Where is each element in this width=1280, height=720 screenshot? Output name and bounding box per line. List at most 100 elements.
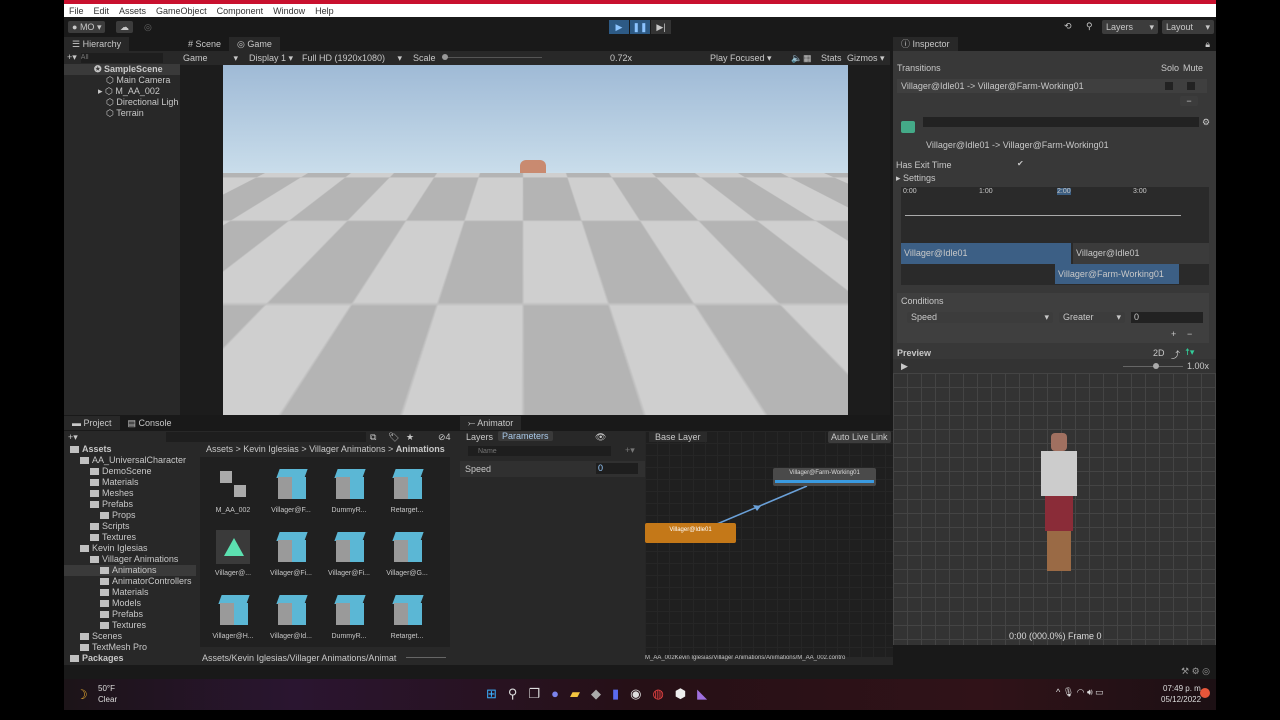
stats-button[interactable]: Stats xyxy=(821,53,842,63)
notification-icon[interactable] xyxy=(1200,688,1210,698)
state-node-farm-working[interactable]: Villager@Farm-Working01 xyxy=(773,468,876,486)
condition-param-dropdown[interactable]: Speed ▾ xyxy=(907,312,1053,323)
asset-item[interactable]: DummyR... xyxy=(324,467,374,514)
hierarchy-item[interactable]: ⬡ Terrain xyxy=(64,108,180,119)
asset-item[interactable]: Villager@... xyxy=(208,530,258,577)
folder-item[interactable]: Kevin Iglesias xyxy=(64,543,196,554)
game-viewport[interactable] xyxy=(223,65,848,415)
search-icon[interactable]: ⚲ xyxy=(1086,21,1093,32)
breadcrumb-item[interactable]: Villager Animations xyxy=(309,444,385,454)
tab-scene[interactable]: # Scene xyxy=(180,37,229,51)
folder-item[interactable]: AA_UniversalCharacter xyxy=(64,455,196,466)
remove-condition-button[interactable]: − xyxy=(1187,329,1192,339)
tab-console[interactable]: ▤ Console xyxy=(120,416,180,430)
folder-item[interactable]: Assets xyxy=(64,444,196,455)
asset-item[interactable]: Villager@Fi... xyxy=(324,530,374,577)
transition-timeline[interactable]: 0:00 1:00 2:00 3:00 Villager@Idle01 Vill… xyxy=(901,187,1209,285)
asset-item[interactable]: Villager@Id... xyxy=(266,593,316,640)
asset-item[interactable]: DummyR... xyxy=(324,593,374,640)
favorite-icon[interactable]: ★ xyxy=(406,432,414,443)
asset-item[interactable]: Retarget... xyxy=(382,467,432,514)
hierarchy-item[interactable]: ⬡ Directional Ligh xyxy=(64,97,180,108)
icon-size-slider[interactable] xyxy=(406,657,446,658)
game-mode-dropdown[interactable]: Game ▾ xyxy=(183,53,238,64)
display-dropdown[interactable]: Display 1 ▾ xyxy=(249,53,293,64)
hierarchy-item[interactable]: ⬡ Main Camera xyxy=(64,75,180,86)
mute-checkbox[interactable] xyxy=(1187,82,1195,90)
menu-file[interactable]: File xyxy=(69,6,84,16)
weather-temp[interactable]: 50°F xyxy=(98,684,115,693)
parameter-search-input[interactable] xyxy=(468,446,611,456)
teams-icon[interactable]: ● xyxy=(551,685,559,703)
asset-item[interactable]: Retarget... xyxy=(382,593,432,640)
visual-studio-icon[interactable]: ◣ xyxy=(697,685,707,703)
tab-layers[interactable]: Layers xyxy=(466,432,493,442)
has-exit-time-checkbox[interactable]: ✔ xyxy=(1017,159,1024,168)
tab-game[interactable]: ◎ Game xyxy=(229,37,280,51)
clock-time[interactable]: 07:49 p. m. xyxy=(1163,684,1203,693)
add-button[interactable]: +▾ xyxy=(67,52,77,63)
folder-item[interactable]: Villager Animations xyxy=(64,554,196,565)
avatar-icon[interactable]: ☨▾ xyxy=(1185,347,1194,358)
start-icon[interactable]: ⊞ xyxy=(486,685,497,703)
tab-animator[interactable]: ⤚ Animator xyxy=(460,416,522,430)
history-icon[interactable]: ⟲ xyxy=(1064,21,1072,32)
folder-item[interactable]: Models xyxy=(64,598,196,609)
folder-item[interactable]: Animations xyxy=(64,565,196,576)
condition-operator-dropdown[interactable]: Greater ▾ xyxy=(1059,312,1125,323)
solo-checkbox[interactable] xyxy=(1165,82,1173,90)
parameter-value-input[interactable]: 0 xyxy=(596,463,638,474)
folder-item[interactable]: Meshes xyxy=(64,488,196,499)
lock-icon[interactable]: 🔒︎ xyxy=(1205,39,1210,50)
weather-condition[interactable]: Clear xyxy=(98,695,117,704)
scene-item[interactable]: ✪ SampleScene xyxy=(64,64,180,75)
settings-foldout[interactable]: ▸ Settings xyxy=(896,173,936,184)
animator-graph[interactable]: 👁︎ Base Layer Auto Live Link Villager@Id… xyxy=(595,431,893,657)
menu-help[interactable]: Help xyxy=(315,6,334,16)
folder-item[interactable]: Textures xyxy=(64,532,196,543)
tab-parameters[interactable]: Parameters xyxy=(498,431,553,441)
folder-item[interactable]: Materials xyxy=(64,477,196,488)
condition-value-input[interactable]: 0 xyxy=(1131,312,1203,323)
clock-date[interactable]: 05/12/2022 xyxy=(1161,695,1201,704)
layout-dropdown[interactable]: Layout ▾ xyxy=(1162,20,1214,34)
folder-item[interactable]: Prefabs xyxy=(64,609,196,620)
status-icons[interactable]: ⚒ ⚙ ◎ xyxy=(1181,666,1210,677)
folder-item[interactable]: Props xyxy=(64,510,196,521)
menu-window[interactable]: Window xyxy=(273,6,305,16)
project-search-input[interactable] xyxy=(166,432,366,442)
folder-item[interactable]: Textures xyxy=(64,620,196,631)
asset-item[interactable]: M_AA_002 xyxy=(208,467,258,514)
folder-item[interactable]: Materials xyxy=(64,587,196,598)
tab-inspector[interactable]: ⓘ Inspector xyxy=(893,37,958,51)
menu-assets[interactable]: Assets xyxy=(119,6,146,16)
hierarchy-item[interactable]: ▸ ⬡ M_AA_002 xyxy=(64,86,180,97)
folder-item[interactable]: DemoScene xyxy=(64,466,196,477)
resolution-dropdown[interactable]: Full HD (1920x1080) ▾ xyxy=(302,53,402,64)
asset-item[interactable]: Villager@G... xyxy=(382,530,432,577)
gear-icon[interactable]: ⚙ xyxy=(1202,117,1210,128)
pause-button[interactable]: ❚❚ xyxy=(630,20,650,34)
unity-hub-icon[interactable]: ◆ xyxy=(591,685,601,703)
collab-icon[interactable]: ◎ xyxy=(144,22,152,33)
scale-slider[interactable] xyxy=(442,54,542,60)
add-parameter-button[interactable]: +▾ xyxy=(625,445,635,456)
preview-speed-slider[interactable] xyxy=(1123,363,1183,369)
play-button[interactable]: ▶ xyxy=(609,20,629,34)
menu-component[interactable]: Component xyxy=(217,6,264,16)
breadcrumb-item[interactable]: Kevin Iglesias xyxy=(243,444,299,454)
hidden-packages-toggle[interactable]: ⊘4 xyxy=(438,432,451,443)
state-node-idle[interactable]: Villager@Idle01 xyxy=(645,523,736,543)
chrome-icon[interactable]: ◍ xyxy=(652,685,663,703)
menu-gameobject[interactable]: GameObject xyxy=(156,6,207,16)
file-explorer-icon[interactable]: ▰ xyxy=(570,685,580,703)
filter-label-icon[interactable]: 🏷︎ xyxy=(388,432,399,443)
tab-project[interactable]: ▬ Project xyxy=(64,416,120,430)
breadcrumb-item[interactable]: Assets xyxy=(206,444,233,454)
folder-item[interactable]: Packages xyxy=(64,653,196,664)
visibility-eye-icon[interactable]: 👁︎ xyxy=(595,432,606,443)
tray-icons[interactable]: ^ 🎙︎ ◠ 🔊︎ ▭ xyxy=(1056,687,1104,698)
step-button[interactable]: ▶| xyxy=(651,20,671,34)
asset-item[interactable]: Villager@F... xyxy=(266,467,316,514)
hierarchy-search-input[interactable] xyxy=(80,52,163,63)
